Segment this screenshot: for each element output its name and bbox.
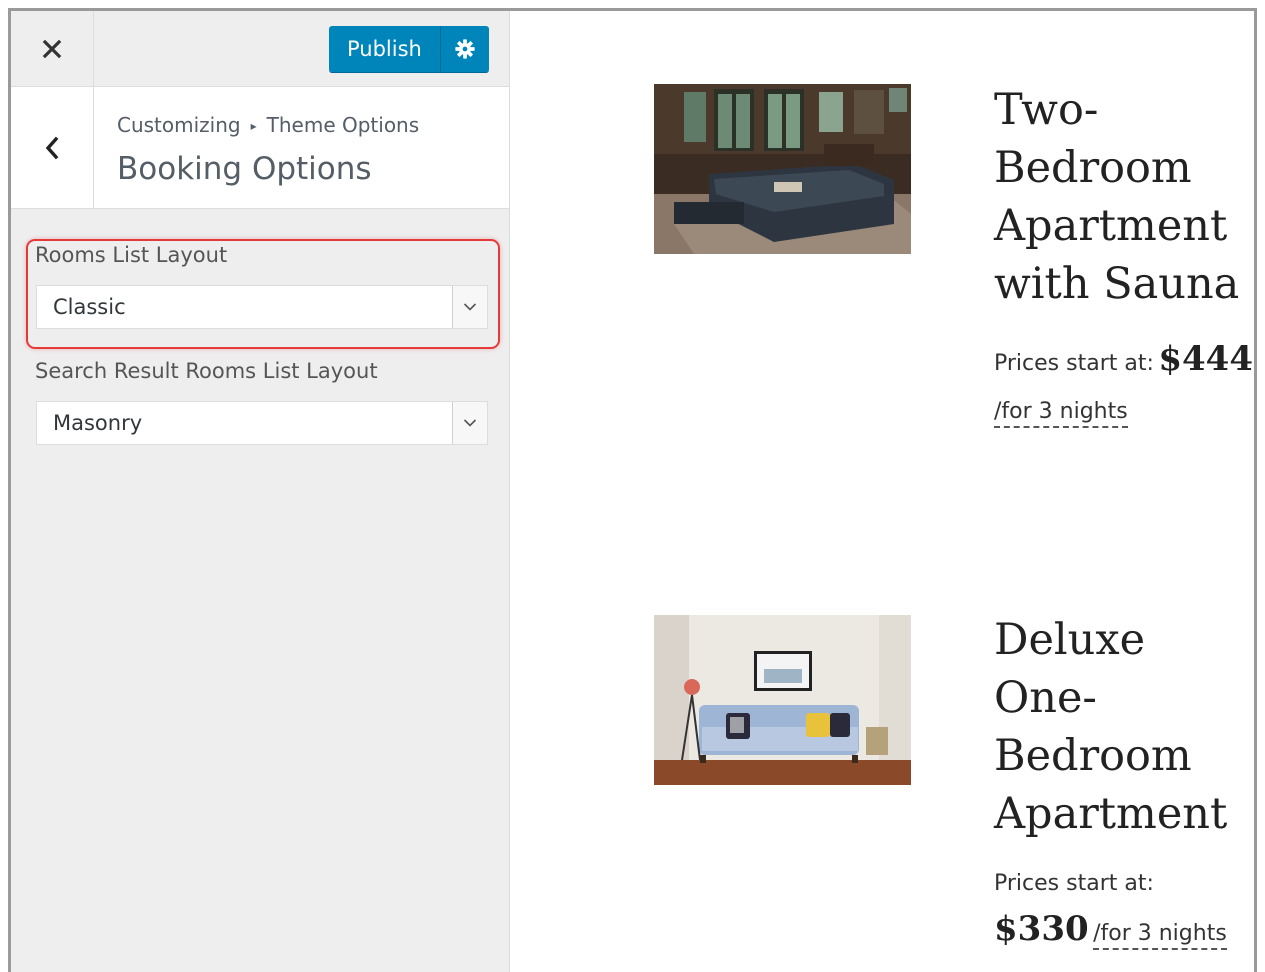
breadcrumb: Customizing ▸ Theme Options <box>117 113 419 137</box>
breadcrumb-root: Customizing <box>117 113 241 137</box>
room-title-line: Bedroom <box>994 143 1192 193</box>
room-title-line: Apartment <box>994 789 1228 839</box>
publish-label: Publish <box>347 37 422 61</box>
chevron-down-icon <box>452 286 487 328</box>
browser-frame: Publish Customizing ▸ Theme Options Book… <box>8 8 1257 972</box>
price-amount: $330 <box>994 909 1089 949</box>
search-result-layout-value: Masonry <box>53 411 143 435</box>
close-icon <box>42 39 62 58</box>
room-image-living-room-light[interactable] <box>654 615 911 785</box>
price-row: $330 /for 3 nights <box>994 909 1227 950</box>
customizer-sidebar: Publish Customizing ▸ Theme Options Book… <box>11 11 510 972</box>
breadcrumb-separator-icon: ▸ <box>250 119 257 133</box>
price-label: Prices start at: <box>994 351 1154 376</box>
room-title[interactable]: Deluxe One- Bedroom Apartment <box>994 611 1227 843</box>
publish-button[interactable]: Publish <box>329 26 441 72</box>
breadcrumb-parent: Theme Options <box>266 113 420 137</box>
gear-icon <box>455 39 475 59</box>
price-amount: $444 <box>1158 339 1253 379</box>
search-result-layout-select[interactable]: Masonry <box>36 401 488 445</box>
price-period[interactable]: /for 3 nights <box>994 399 1128 428</box>
back-button[interactable] <box>11 87 94 208</box>
rooms-list-layout-value: Classic <box>53 295 126 319</box>
room-title-line: Apartment <box>994 201 1228 251</box>
room-title-line: Bedroom <box>994 731 1192 781</box>
room-title-line: Two- <box>994 85 1099 135</box>
price-label: Prices start at: <box>994 871 1154 896</box>
chevron-left-icon <box>45 136 59 159</box>
room-title-line: One- <box>994 673 1097 723</box>
chevron-down-icon <box>452 402 487 444</box>
room-price: Prices start at: <box>994 871 1154 896</box>
room-title[interactable]: Two- Bedroom Apartment with Sauna <box>994 81 1239 313</box>
rooms-list-layout-select[interactable]: Classic <box>36 285 488 329</box>
publish-settings-button[interactable] <box>440 26 489 72</box>
price-period-row: /for 3 nights <box>994 399 1128 428</box>
section-title: Booking Options <box>117 151 372 187</box>
room-title-line: with Sauna <box>994 259 1240 309</box>
room-image-living-room-dark[interactable] <box>654 84 911 254</box>
price-period[interactable]: /for 3 nights <box>1093 921 1227 950</box>
rooms-list-layout-label: Rooms List Layout <box>35 243 228 267</box>
publish-button-group: Publish <box>329 26 489 72</box>
close-customizer-button[interactable] <box>11 11 94 86</box>
search-result-layout-label: Search Result Rooms List Layout <box>35 359 378 383</box>
room-price: Prices start at: $444 <box>994 339 1253 379</box>
customizer-header: Publish <box>11 11 509 87</box>
site-preview: Two- Bedroom Apartment with Sauna Prices… <box>511 11 1254 972</box>
room-title-line: Deluxe <box>994 615 1146 665</box>
section-header: Customizing ▸ Theme Options Booking Option… <box>11 87 509 209</box>
